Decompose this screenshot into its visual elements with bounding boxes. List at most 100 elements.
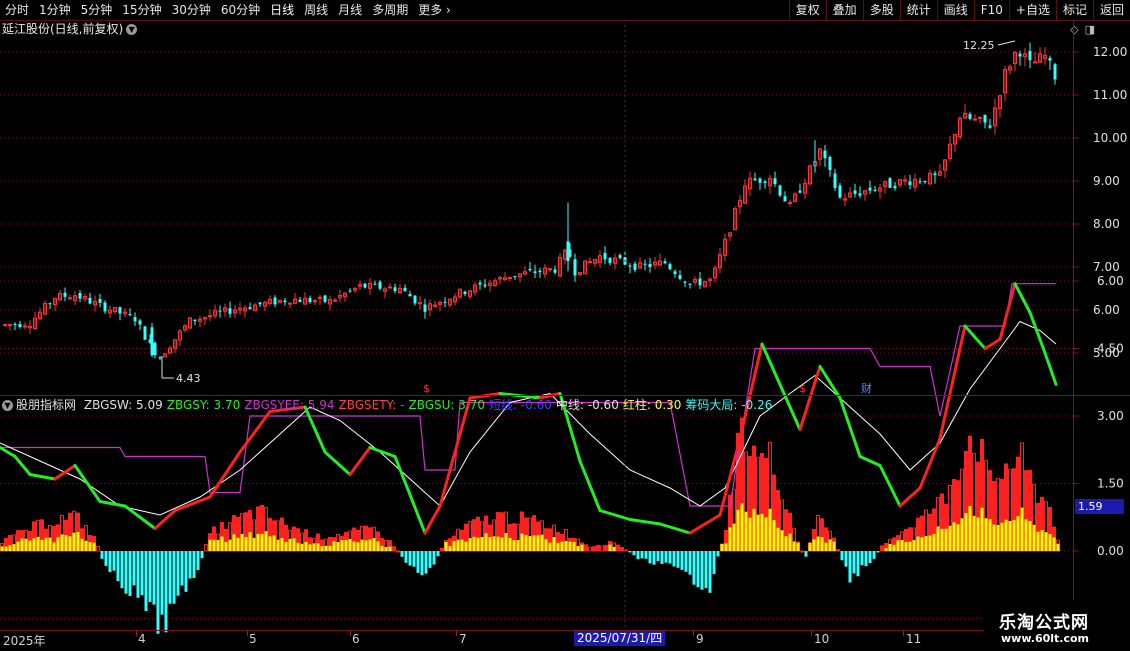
indicator-bar-cyan	[664, 551, 668, 563]
candle-body	[63, 292, 67, 297]
candle-body	[393, 287, 397, 292]
chart-canvas[interactable]: 12.0011.0010.009.008.007.006.005.006.004…	[0, 0, 1130, 650]
indicator-item: 筹码大局: -0.26	[685, 398, 773, 412]
indicator-bar-yellow	[772, 520, 776, 551]
indicator-bar-yellow	[308, 544, 312, 551]
indicator-bar-cyan	[804, 551, 808, 557]
event-marker: $	[423, 382, 430, 395]
indicator-bar-cyan	[176, 551, 180, 596]
indicator-bar-yellow	[752, 508, 756, 551]
indicator-bar-red	[620, 547, 624, 552]
candle-body	[838, 185, 842, 198]
indicator-bar-yellow	[900, 539, 904, 551]
indicator-bar-yellow	[812, 539, 816, 551]
indicator-bar-cyan	[860, 551, 864, 566]
indicator-bar-yellow	[784, 536, 788, 551]
candle-body	[918, 181, 922, 183]
indicator-bar-yellow	[444, 541, 448, 551]
indicator-bar-yellow	[888, 543, 892, 551]
zbgsy-line-segment	[438, 396, 472, 508]
indicator-bar-yellow	[44, 537, 48, 551]
indicator-bar-red	[600, 545, 604, 552]
indicator-bar-cyan	[152, 551, 156, 605]
indicator-bar-yellow	[348, 539, 352, 551]
indicator-bar-yellow	[808, 542, 812, 551]
indicator-bar-yellow	[884, 548, 888, 551]
candle-body	[648, 263, 652, 268]
indicator-bar-cyan	[712, 551, 716, 574]
candle-body	[533, 271, 537, 273]
indicator-bar-yellow	[316, 543, 320, 551]
indicator-item: 短线: -0.60	[489, 398, 552, 412]
indicator-bar-yellow	[972, 515, 976, 551]
zbgsy-line-segment	[53, 464, 77, 481]
indicator-bar-yellow	[300, 543, 304, 551]
candle-body	[778, 185, 782, 196]
indicator-item: ZBGSYEE: 5.94	[244, 398, 335, 412]
zbgsy-line-segment	[1043, 351, 1058, 386]
zbgsy-line-segment	[348, 446, 372, 476]
indicator-bar-cyan	[180, 551, 184, 586]
indicator-bar-yellow	[532, 535, 536, 551]
chevron-down-icon[interactable]: ▼	[2, 400, 13, 411]
indicator-bar-yellow	[268, 536, 272, 551]
price-axis-label: 11.00	[1093, 88, 1127, 102]
indicator-bar-yellow	[1012, 519, 1016, 551]
zbgsy-line-segment	[238, 410, 272, 454]
indicator-bar-cyan	[428, 551, 432, 568]
zbgsy-line-segment	[628, 518, 662, 526]
indicator-bar-cyan	[652, 551, 656, 565]
candle-body	[283, 300, 287, 303]
indicator-bar-yellow	[776, 527, 780, 551]
indicator-bar-yellow	[208, 539, 212, 551]
indicator-bar-yellow	[248, 532, 252, 551]
indicator-bar-cyan	[852, 551, 856, 574]
price-axis-label: 8.00	[1093, 217, 1120, 231]
candle-body	[483, 284, 487, 287]
candle-body	[673, 271, 677, 275]
indicator-bar-yellow	[12, 544, 16, 551]
zbgsy-line-segment	[303, 405, 327, 454]
candle-body	[313, 300, 317, 303]
candle-body	[1018, 53, 1022, 57]
indicator-bar-yellow	[484, 533, 488, 551]
indicator-bar-yellow	[480, 536, 484, 551]
zbgsy-line-segment	[858, 455, 882, 467]
tick	[136, 631, 137, 636]
candle-body	[508, 276, 512, 279]
indicator-bar-yellow	[16, 541, 20, 551]
indicator-axis-label: 6.00	[1097, 274, 1124, 288]
indicator-bar-cyan	[868, 551, 872, 564]
indicator-bar-yellow	[940, 528, 944, 551]
time-label-11: 11	[906, 632, 922, 646]
indicator-bar-yellow	[344, 539, 348, 551]
indicator-bar-cyan	[420, 551, 424, 576]
candle-body	[308, 297, 312, 303]
time-label-9: 9	[696, 632, 704, 646]
indicator-bar-red	[588, 546, 592, 552]
candle-body	[566, 241, 570, 262]
indicator-bar-yellow	[552, 537, 556, 551]
indicator-bar-cyan	[156, 551, 160, 634]
candle-body	[133, 317, 137, 322]
price-axis-label: 7.00	[1093, 260, 1120, 274]
price-axis-label: 9.00	[1093, 174, 1120, 188]
indicator-bar-yellow	[996, 524, 1000, 551]
candle-body	[3, 324, 7, 327]
indicator-bar-yellow	[560, 541, 564, 551]
candle-body	[1053, 64, 1057, 80]
candle-body	[373, 283, 377, 285]
indicator-bar-cyan	[672, 551, 676, 567]
indicator-name[interactable]: 股朋指标网	[16, 398, 76, 412]
indicator-item: ZBGSETY: -	[338, 398, 405, 412]
indicator-bar-yellow	[272, 535, 276, 551]
indicator-bar-yellow	[908, 541, 912, 551]
indicator-bar-cyan	[400, 551, 404, 557]
indicator-bar-cyan	[144, 551, 148, 611]
indicator-bar-yellow	[8, 545, 12, 551]
price-axis-label: 10.00	[1093, 131, 1127, 145]
indicator-bar-yellow	[768, 508, 772, 551]
indicator-bar-cyan	[140, 551, 144, 596]
indicator-bar-cyan	[628, 551, 632, 553]
indicator-bar-yellow	[28, 540, 32, 551]
